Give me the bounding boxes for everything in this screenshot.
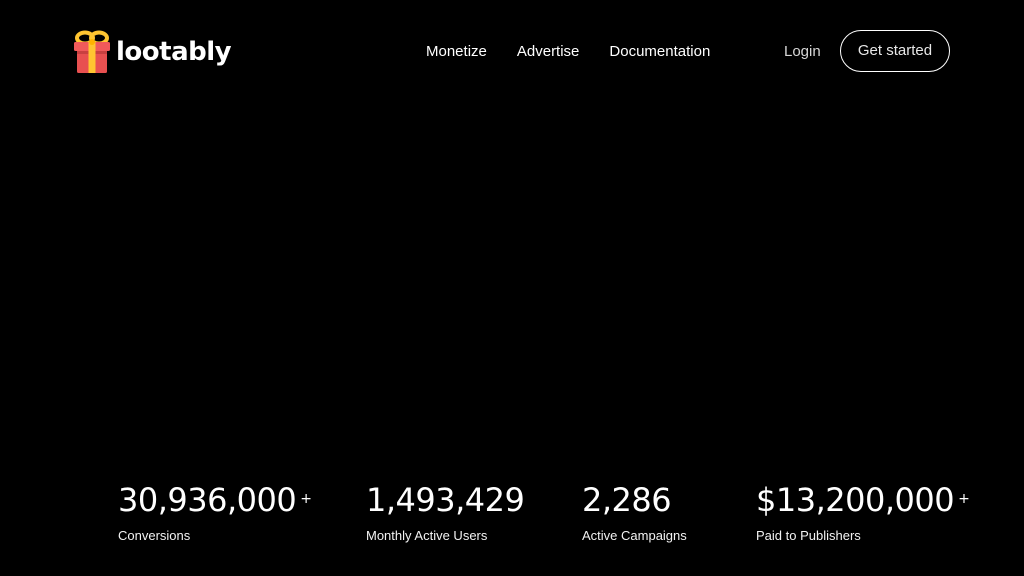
stat-conversions: 30,936,000 + Conversions [118, 478, 312, 545]
gift-icon [72, 30, 112, 74]
stat-value-row: $13,200,000 + [756, 478, 970, 522]
stat-active-campaigns: 2,286 Active Campaigns [582, 478, 687, 545]
login-link[interactable]: Login [784, 40, 821, 64]
stat-plus-sign: + [300, 491, 312, 507]
stat-monthly-active-users: 1,493,429 Monthly Active Users [366, 478, 528, 545]
brand-name: lootably [116, 37, 232, 67]
nav-item-advertise[interactable]: Advertise [517, 40, 580, 64]
stat-number: $13,200,000 [756, 481, 955, 519]
stat-value-row: 30,936,000 + [118, 478, 312, 522]
nav-item-documentation[interactable]: Documentation [609, 40, 710, 64]
stat-value-row: 1,493,429 [366, 478, 528, 522]
stat-label: Active Campaigns [582, 528, 687, 543]
nav-item-monetize[interactable]: Monetize [426, 40, 487, 64]
stats-section: 30,936,000 + Conversions 1,493,429 Month… [0, 478, 1024, 558]
stat-number: 1,493,429 [366, 481, 525, 519]
stat-paid-to-publishers: $13,200,000 + Paid to Publishers [756, 478, 970, 545]
stat-label: Conversions [118, 528, 191, 543]
brand-logo-link[interactable]: lootably [72, 30, 232, 74]
stat-plus-sign: + [958, 491, 970, 507]
site-header: lootably Monetize Advertise Documentatio… [0, 0, 1024, 104]
stat-value-row: 2,286 [582, 478, 687, 522]
get-started-button[interactable]: Get started [840, 30, 950, 72]
main-nav: Monetize Advertise Documentation [426, 40, 740, 64]
stat-number: 2,286 [582, 481, 672, 519]
stat-number: 30,936,000 [118, 481, 297, 519]
stat-label: Paid to Publishers [756, 528, 861, 543]
stat-label: Monthly Active Users [366, 528, 488, 543]
